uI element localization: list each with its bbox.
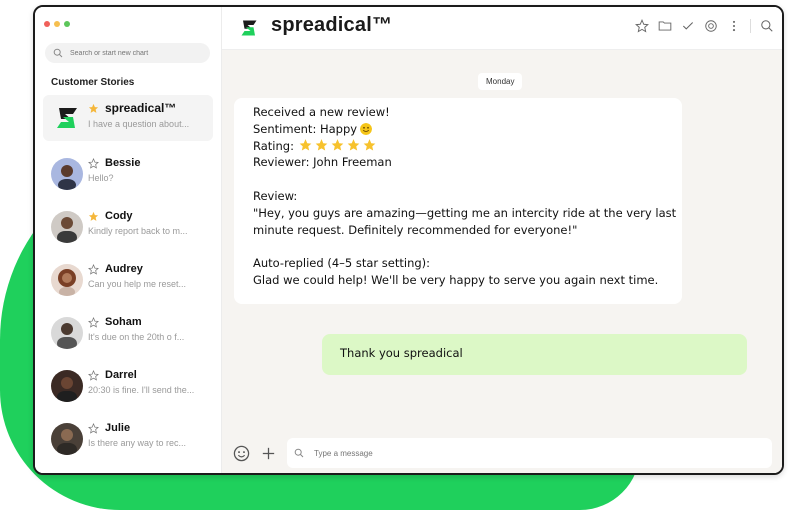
section-title: Customer Stories	[51, 77, 135, 88]
chat-name: Audrey	[105, 263, 143, 275]
avatar	[51, 423, 83, 455]
avatar	[51, 158, 83, 190]
outgoing-message: Thank you spreadical	[322, 334, 747, 375]
search-icon	[294, 448, 304, 458]
chat-item-soham[interactable]: Soham It's due on the 20th o f...	[43, 307, 213, 360]
chat-item-spreadical[interactable]: spreadical™ I have a question about...	[43, 95, 213, 141]
chat-preview: Can you help me reset...	[88, 279, 187, 289]
conversation-pane: spreadical™ Monday Received a new review…	[222, 7, 782, 473]
chat-header: spreadical™	[222, 7, 782, 50]
chat-preview: It's due on the 20th o f...	[88, 332, 185, 342]
message-box[interactable]	[287, 438, 772, 468]
minimize-window-dot[interactable]	[54, 21, 60, 27]
plus-icon[interactable]	[260, 445, 277, 462]
outgoing-message-text: Thank you spreadical	[340, 346, 463, 360]
chat-preview: Kindly report back to m...	[88, 226, 188, 236]
message-line: Rating:	[253, 138, 663, 155]
message-line: Glad we could help! We'll be very happy …	[253, 272, 659, 287]
search-icon	[53, 48, 63, 58]
chat-preview: I have a question about...	[88, 119, 190, 129]
message-composer	[222, 435, 782, 473]
rating-stars	[298, 138, 377, 152]
star-filled-icon[interactable]	[88, 211, 99, 222]
smiling-face-icon	[360, 122, 373, 135]
maximize-window-dot[interactable]	[64, 21, 70, 27]
more-vertical-icon[interactable]	[727, 19, 741, 33]
check-icon[interactable]	[681, 19, 695, 33]
message-line: minute request. Definitely recommended f…	[253, 222, 578, 237]
chat-name: spreadical™	[105, 101, 177, 115]
star-icon[interactable]	[635, 19, 649, 33]
star-emoji-icon	[315, 138, 328, 151]
star-emoji-icon	[331, 138, 344, 151]
star-outline-icon[interactable]	[88, 264, 99, 275]
message-line: Reviewer: John Freeman	[253, 155, 392, 170]
message-line: Auto-replied (4–5 star setting):	[253, 256, 431, 271]
chat-item-julie[interactable]: Julie Is there any way to rec...	[43, 413, 213, 466]
chat-preview: Is there any way to rec...	[88, 438, 187, 448]
avatar	[51, 317, 83, 349]
message-input[interactable]	[312, 447, 426, 459]
chat-preview: 20:30 is fine. I'll send the...	[88, 385, 195, 395]
day-separator: Monday	[478, 73, 523, 90]
chat-item-darrel[interactable]: Darrel 20:30 is fine. I'll send the...	[43, 360, 213, 413]
header-toolbar	[635, 19, 774, 33]
chat-item-audrey[interactable]: Audrey Can you help me reset...	[43, 254, 213, 307]
star-outline-icon[interactable]	[88, 158, 99, 169]
chat-item-bessie[interactable]: Bessie Hello?	[43, 148, 213, 201]
message-line: Received a new review!	[253, 105, 390, 119]
search-input[interactable]	[68, 48, 202, 58]
star-outline-icon[interactable]	[88, 317, 99, 328]
star-outline-icon[interactable]	[88, 423, 99, 434]
message-line: "Hey, you guys are amazing—getting me an…	[253, 205, 677, 220]
folder-icon[interactable]	[658, 19, 672, 33]
toolbar-divider	[750, 19, 751, 33]
spreadical-logo-icon	[57, 108, 77, 128]
chat-name: Darrel	[105, 369, 137, 381]
window-controls	[44, 21, 70, 27]
emoji-icon[interactable]	[233, 445, 250, 462]
close-window-dot[interactable]	[44, 21, 50, 27]
chat-preview: Hello?	[88, 173, 114, 183]
chat-name: Julie	[105, 422, 131, 434]
spreadical-logo-icon	[241, 20, 257, 36]
chat-name: Soham	[105, 316, 142, 328]
incoming-message: Received a new review! Sentiment: Happy …	[234, 98, 682, 304]
message-line: Sentiment: Happy	[253, 121, 663, 138]
star-emoji-icon	[299, 138, 312, 151]
message-line: Review:	[253, 188, 298, 203]
rating-label: Rating:	[253, 138, 294, 153]
target-icon[interactable]	[704, 19, 718, 33]
brand-name: spreadical™	[271, 14, 393, 36]
star-filled-icon[interactable]	[88, 103, 99, 114]
app-window: Customer Stories spreadical™ I have a qu…	[33, 5, 784, 475]
sidebar: Customer Stories spreadical™ I have a qu…	[35, 7, 222, 473]
star-emoji-icon	[347, 138, 360, 151]
chat-list: spreadical™ I have a question about... B…	[43, 95, 213, 466]
chat-item-cody[interactable]: Cody Kindly report back to m...	[43, 201, 213, 254]
star-outline-icon[interactable]	[88, 370, 99, 381]
avatar	[51, 264, 83, 296]
chat-name: Cody	[105, 210, 133, 222]
sentiment-text: Sentiment: Happy	[253, 121, 358, 136]
search-icon[interactable]	[760, 19, 774, 33]
chat-name: Bessie	[105, 157, 141, 169]
star-emoji-icon	[363, 138, 376, 151]
avatar	[51, 370, 83, 402]
avatar	[51, 211, 83, 243]
chat-search[interactable]	[45, 43, 210, 63]
